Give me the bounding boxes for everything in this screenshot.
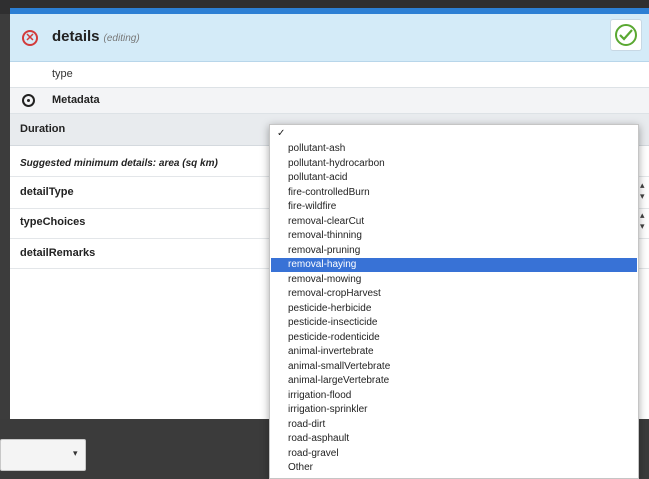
duration-label: Duration <box>20 123 66 135</box>
type-label: type <box>52 68 73 80</box>
dropdown-option[interactable]: Other <box>271 461 637 475</box>
dropdown-option[interactable]: animal-invertebrate <box>271 345 637 359</box>
modal-header: ✕ details (editing) <box>10 14 649 62</box>
check-icon <box>619 29 633 41</box>
checkmark-icon: ✓ <box>277 128 286 139</box>
bottom-select[interactable]: ▾ <box>0 439 86 471</box>
dropdown-option[interactable]: animal-largeVertebrate <box>271 374 637 388</box>
dropdown-option[interactable]: irrigation-sprinkler <box>271 403 637 417</box>
chevron-down-icon: ▾ <box>73 448 78 458</box>
field-label-typechoices: typeChoices <box>20 216 86 228</box>
dropdown-option[interactable]: removal-clearCut <box>271 215 637 229</box>
dropdown-option[interactable]: pesticide-rodenticide <box>271 331 637 345</box>
chevron-updown-icon[interactable]: ▴ ▾ <box>640 180 645 202</box>
title-text: details <box>52 28 100 45</box>
dropdown-option[interactable]: road-asphault <box>271 432 637 446</box>
dropdown-option[interactable]: removal-mowing <box>271 273 637 287</box>
type-row[interactable]: type <box>10 62 649 88</box>
dropdown-option[interactable]: removal-cropHarvest <box>271 287 637 301</box>
dropdown-option[interactable]: fire-wildfire <box>271 200 637 214</box>
metadata-toggle[interactable]: Metadata <box>10 88 649 114</box>
confirm-button[interactable] <box>610 19 642 51</box>
page-title: details (editing) <box>52 28 140 45</box>
dropdown-option[interactable]: removal-haying <box>271 258 637 272</box>
dropdown-option[interactable]: fire-controlledBurn <box>271 186 637 200</box>
dropdown-option[interactable]: pollutant-acid <box>271 171 637 185</box>
dropdown-option[interactable]: irrigation-flood <box>271 389 637 403</box>
window-top-bar <box>0 0 649 14</box>
dropdown-option[interactable]: animal-smallVertebrate <box>271 360 637 374</box>
type-dropdown-menu[interactable]: ✓ pollutant-ash pollutant-hydrocarbon poll… <box>269 124 639 479</box>
suggestion-text: Suggested minimum details: area (sq km) <box>20 158 218 169</box>
close-icon[interactable]: ✕ <box>22 30 38 46</box>
dropdown-option[interactable]: pesticide-insecticide <box>271 316 637 330</box>
dropdown-option[interactable]: road-gravel <box>271 447 637 461</box>
dropdown-option[interactable]: road-dirt <box>271 418 637 432</box>
dropdown-option[interactable]: removal-thinning <box>271 229 637 243</box>
chevron-updown-icon[interactable]: ▴ ▾ <box>640 210 645 232</box>
field-label-detailtype: detailType <box>20 186 74 198</box>
dropdown-option[interactable]: pollutant-ash <box>271 142 637 156</box>
field-label-detailremarks: detailRemarks <box>20 247 96 259</box>
metadata-label: Metadata <box>52 94 100 106</box>
dropdown-option[interactable]: removal-pruning <box>271 244 637 258</box>
eye-icon <box>22 94 35 107</box>
editing-status: (editing) <box>103 33 140 44</box>
dropdown-option[interactable]: pesticide-herbicide <box>271 302 637 316</box>
dropdown-option[interactable]: pollutant-hydrocarbon <box>271 157 637 171</box>
